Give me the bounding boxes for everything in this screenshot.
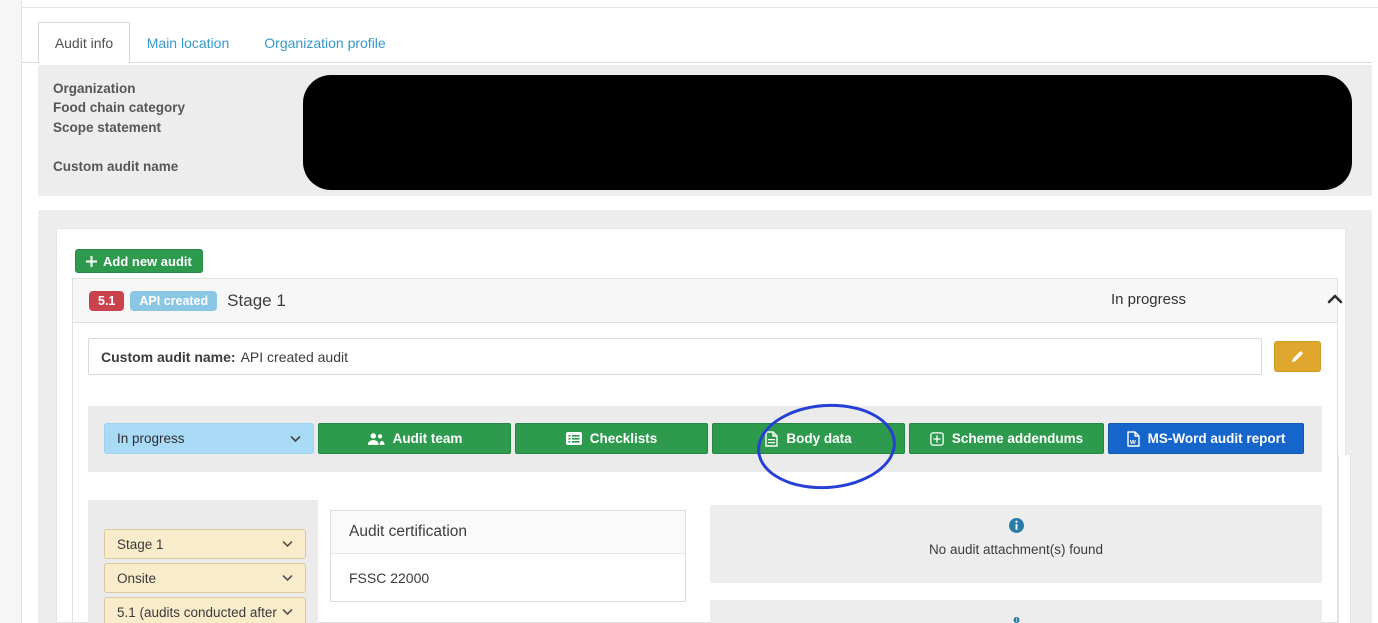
api-created-badge: API created (130, 290, 218, 311)
button-label: Body data (786, 431, 852, 446)
certification-panel-header: Audit certification (331, 511, 685, 554)
chevron-up-icon[interactable] (1327, 293, 1343, 305)
redacted-values-box (303, 75, 1352, 190)
select-value: 5.1 (audits conducted after (117, 604, 277, 620)
tab-label: Organization profile (264, 34, 386, 51)
pencil-icon (1291, 351, 1303, 363)
attachments-empty-box: No audit attachment(s) found (710, 505, 1322, 583)
custom-audit-name-box[interactable]: Custom audit name: API created audit (88, 338, 1262, 375)
select-value: Onsite (117, 570, 157, 586)
plus-square-icon (930, 431, 944, 446)
tab-label: Audit info (54, 35, 114, 51)
audit-status-text: In progress (1110, 291, 1186, 308)
status-select-value: In progress (117, 431, 185, 446)
top-divider (22, 7, 1378, 8)
scrollbar-track[interactable] (1338, 455, 1351, 623)
version-select[interactable]: 5.1 (audits conducted after (104, 597, 306, 623)
list-icon (565, 432, 582, 445)
tab-organization-profile[interactable]: Organization profile (250, 22, 400, 63)
body-data-button[interactable]: Body data (712, 423, 905, 454)
certification-value-row: FSSC 22000 (331, 554, 685, 602)
button-label: Audit team (392, 431, 463, 446)
tab-label: Main location (146, 34, 230, 51)
no-attachments-message: No audit attachment(s) found (928, 542, 1104, 557)
audit-title: Stage 1 (227, 290, 286, 310)
info-icon (1008, 518, 1024, 533)
plus-icon (86, 255, 97, 267)
edit-custom-name-button[interactable] (1274, 341, 1321, 372)
tab-audit-info[interactable]: Audit info (38, 22, 130, 63)
chevron-down-icon (282, 540, 293, 548)
chevron-down-icon (282, 608, 293, 616)
left-gutter (0, 0, 22, 623)
chevron-down-icon (290, 435, 301, 443)
add-new-audit-button[interactable]: Add new audit (75, 249, 203, 273)
msword-audit-report-button[interactable]: w MS-Word audit report (1108, 423, 1304, 454)
certification-title: Audit certification (349, 523, 468, 540)
chevron-down-icon (282, 574, 293, 582)
word-file-icon: w (1126, 430, 1140, 447)
checklists-button[interactable]: Checklists (515, 423, 708, 454)
button-label: Scheme addendums (951, 431, 1084, 446)
version-badge: 5.1 (89, 290, 125, 311)
certification-value: FSSC 22000 (349, 570, 430, 586)
select-value: Stage 1 (117, 536, 164, 552)
button-label: Checklists (589, 431, 658, 446)
label-organization: Organization (53, 81, 136, 96)
onsite-select[interactable]: Onsite (104, 563, 306, 593)
second-info-box (710, 600, 1322, 623)
button-label: MS-Word audit report (1147, 431, 1286, 446)
label-custom-audit-name: Custom audit name (53, 159, 179, 174)
audit-status-select[interactable]: In progress (104, 423, 314, 454)
svg-text:w: w (1129, 437, 1136, 446)
info-icon (1013, 617, 1019, 623)
custom-audit-name-label: Custom audit name: (101, 348, 236, 365)
audit-team-button[interactable]: Audit team (318, 423, 511, 454)
label-food-chain-category: Food chain category (53, 100, 186, 115)
audit-certification-panel: Audit certification FSSC 22000 (330, 510, 686, 602)
tab-main-location[interactable]: Main location (133, 22, 243, 63)
add-new-audit-label: Add new audit (103, 253, 192, 269)
custom-audit-name-value: API created audit (240, 348, 348, 365)
audit-page: Audit info Main location Organization pr… (0, 0, 1378, 623)
stage-select[interactable]: Stage 1 (104, 529, 306, 559)
label-scope-statement: Scope statement (53, 120, 162, 135)
file-lines-icon (765, 430, 779, 447)
users-icon (367, 432, 385, 445)
scheme-addendums-button[interactable]: Scheme addendums (909, 423, 1104, 454)
